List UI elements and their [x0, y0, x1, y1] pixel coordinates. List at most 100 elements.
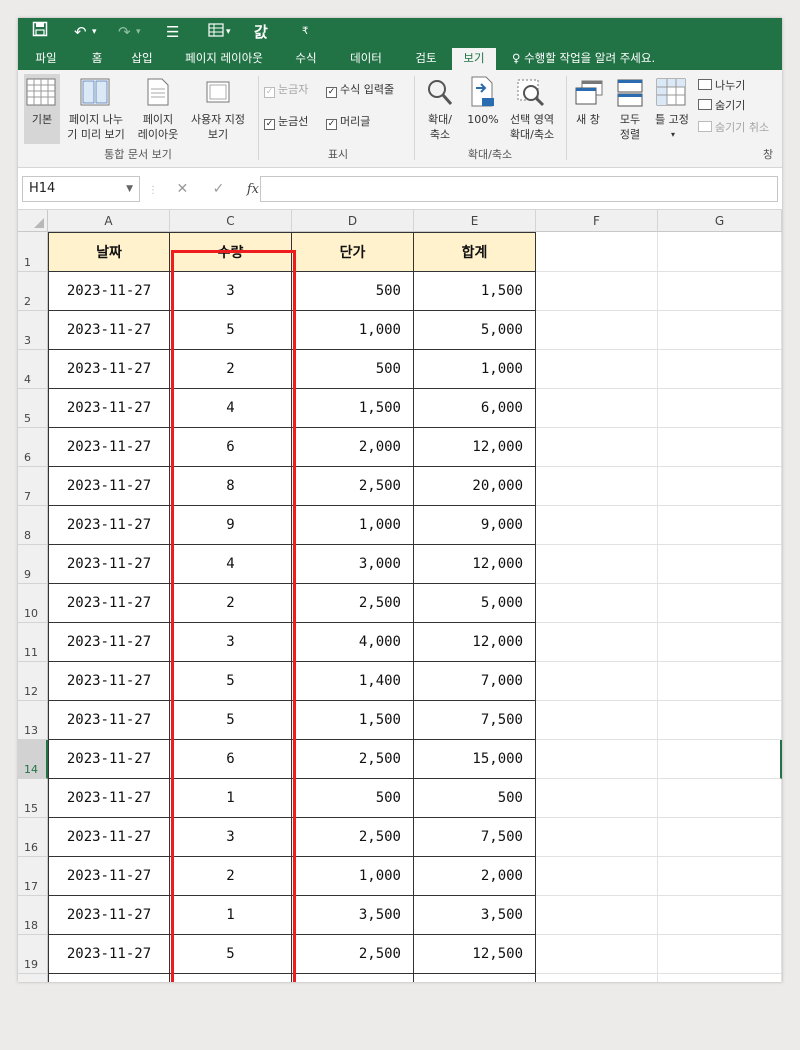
empty-cell[interactable]: [536, 896, 658, 935]
cell-date[interactable]: 2023-11-27: [48, 896, 170, 935]
cell-price[interactable]: 1,000: [292, 506, 414, 545]
cell-qty[interactable]: 4: [170, 545, 292, 584]
page-layout-view-icon[interactable]: [146, 78, 170, 110]
cell-date[interactable]: 2023-11-27: [48, 662, 170, 701]
cell-price[interactable]: 500: [292, 350, 414, 389]
empty-cell[interactable]: [658, 623, 782, 662]
cell-price[interactable]: 1,000: [292, 857, 414, 896]
cell-price[interactable]: 2,500: [292, 818, 414, 857]
row-header-3[interactable]: 3: [18, 311, 48, 350]
cell-qty[interactable]: 4: [170, 389, 292, 428]
cell-total[interactable]: 500: [414, 779, 536, 818]
freeze-panes-icon[interactable]: [656, 78, 686, 110]
row-header-1[interactable]: 1: [18, 232, 48, 272]
row-header-14[interactable]: 14: [18, 740, 48, 779]
row-header-17[interactable]: 17: [18, 857, 48, 896]
cell-price[interactable]: 500: [292, 779, 414, 818]
empty-cell[interactable]: [658, 311, 782, 350]
cell-total[interactable]: 20,000: [414, 467, 536, 506]
empty-cell[interactable]: [658, 896, 782, 935]
tab-view[interactable]: 보기: [452, 48, 496, 70]
undo-dropdown-icon[interactable]: ▾: [92, 21, 97, 43]
cell-date[interactable]: 2023-11-27: [48, 389, 170, 428]
tell-me-box[interactable]: ♀ 수행할 작업을 알려 주세요.: [512, 46, 696, 70]
cell-price[interactable]: 2,500: [292, 467, 414, 506]
cell-price[interactable]: 2,500: [292, 740, 414, 779]
cell-total[interactable]: 7,000: [414, 662, 536, 701]
cell-date[interactable]: 2023-11-27: [48, 467, 170, 506]
ruler-checkbox[interactable]: ✓ 눈금자: [264, 82, 308, 98]
tab-review[interactable]: 검토: [406, 46, 446, 70]
cell-price[interactable]: 2,000: [292, 428, 414, 467]
empty-cell[interactable]: [536, 545, 658, 584]
cell-date[interactable]: 2023-11-27: [48, 350, 170, 389]
empty-cell[interactable]: [658, 350, 782, 389]
enter-icon[interactable]: ✓: [213, 181, 225, 197]
cell-date[interactable]: 2023-11-27: [48, 740, 170, 779]
empty-cell[interactable]: [170, 974, 292, 982]
cell-total[interactable]: 6,000: [414, 389, 536, 428]
empty-cell[interactable]: [658, 272, 782, 311]
formula-bar-checkbox[interactable]: ✓ 수식 입력줄: [326, 82, 394, 98]
cell-total[interactable]: 9,000: [414, 506, 536, 545]
empty-cell[interactable]: [658, 506, 782, 545]
cell-price[interactable]: 1,000: [292, 311, 414, 350]
cell-date[interactable]: 2023-11-27: [48, 857, 170, 896]
hide-button[interactable]: 숨기기: [698, 98, 745, 113]
name-box-dropdown-icon[interactable]: ▼: [126, 177, 133, 201]
cell-qty[interactable]: 9: [170, 506, 292, 545]
zoom-100-icon[interactable]: [470, 76, 496, 112]
name-box[interactable]: H14 ▼: [22, 176, 140, 202]
empty-cell[interactable]: [658, 974, 782, 982]
empty-cell[interactable]: [536, 506, 658, 545]
empty-cell[interactable]: [536, 623, 658, 662]
gridlines-checkbox[interactable]: ✓ 눈금선: [264, 114, 308, 130]
cell-total[interactable]: 15,000: [414, 740, 536, 779]
row-header-7[interactable]: 7: [18, 467, 48, 506]
row-header-partial[interactable]: [18, 974, 48, 982]
empty-cell[interactable]: [536, 428, 658, 467]
row-header-11[interactable]: 11: [18, 623, 48, 662]
empty-cell[interactable]: [658, 740, 782, 779]
save-icon[interactable]: [32, 21, 48, 43]
cell-price[interactable]: 3,000: [292, 545, 414, 584]
row-header-2[interactable]: 2: [18, 272, 48, 311]
row-header-15[interactable]: 15: [18, 779, 48, 818]
column-header-a[interactable]: A: [48, 210, 170, 232]
cell-qty[interactable]: 6: [170, 740, 292, 779]
empty-cell[interactable]: [536, 740, 658, 779]
cell-price[interactable]: 1,500: [292, 389, 414, 428]
column-header-c[interactable]: C: [170, 210, 292, 232]
cell-qty[interactable]: 1: [170, 779, 292, 818]
empty-cell[interactable]: [536, 662, 658, 701]
empty-cell[interactable]: [536, 584, 658, 623]
empty-cell[interactable]: [536, 857, 658, 896]
cell-qty[interactable]: 3: [170, 818, 292, 857]
cell-date[interactable]: 2023-11-27: [48, 779, 170, 818]
cell-qty[interactable]: 5: [170, 701, 292, 740]
row-header-16[interactable]: 16: [18, 818, 48, 857]
cell-date[interactable]: 2023-11-27: [48, 701, 170, 740]
empty-cell[interactable]: [658, 857, 782, 896]
cell-qty[interactable]: 2: [170, 857, 292, 896]
empty-cell[interactable]: [658, 779, 782, 818]
cell-total[interactable]: 3,500: [414, 896, 536, 935]
header-cell-price[interactable]: 단가: [292, 232, 414, 272]
cell-price[interactable]: 3,500: [292, 896, 414, 935]
row-header-12[interactable]: 12: [18, 662, 48, 701]
empty-cell[interactable]: [658, 701, 782, 740]
cell-total[interactable]: 7,500: [414, 701, 536, 740]
cell-total[interactable]: 12,500: [414, 935, 536, 974]
empty-cell[interactable]: [536, 311, 658, 350]
cell-price[interactable]: 2,500: [292, 584, 414, 623]
cell-price[interactable]: 4,000: [292, 623, 414, 662]
cell-qty[interactable]: 3: [170, 272, 292, 311]
cell-qty[interactable]: 5: [170, 935, 292, 974]
empty-cell[interactable]: [536, 779, 658, 818]
unhide-button[interactable]: 숨기기 취소: [698, 120, 769, 135]
row-header-5[interactable]: 5: [18, 389, 48, 428]
empty-cell[interactable]: [536, 350, 658, 389]
page-break-preview-icon[interactable]: [80, 78, 110, 110]
cell-date[interactable]: 2023-11-27: [48, 272, 170, 311]
cell-total[interactable]: 7,500: [414, 818, 536, 857]
